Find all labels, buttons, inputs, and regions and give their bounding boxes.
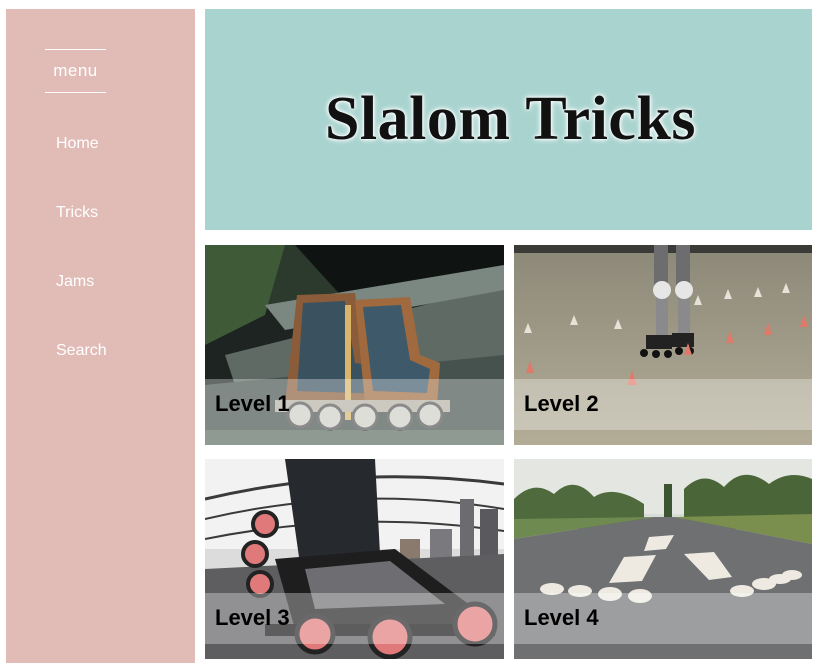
nav-item-jams[interactable]: Jams [56,273,94,291]
page-title: Slalom Tricks [324,85,697,153]
level-1-label: Level 1 [215,391,290,416]
menu-title: menu [45,49,106,93]
nav-item-home[interactable]: Home [56,135,99,153]
level-3-card[interactable]: Level 3 [205,459,504,659]
level-4-card[interactable]: Level 4 [514,459,812,659]
level-1-card[interactable]: Level 1 [205,245,504,445]
level-3-label: Level 3 [215,605,290,630]
level-2-label: Level 2 [524,391,599,416]
nav-item-search[interactable]: Search [56,342,107,360]
level-2-card[interactable]: Level 2 [514,245,812,445]
level-4-label: Level 4 [524,605,599,630]
hero-banner: Slalom Tricks [205,9,812,230]
sidebar: menu Home Tricks Jams Search [6,9,195,663]
nav-item-tricks[interactable]: Tricks [56,204,98,222]
